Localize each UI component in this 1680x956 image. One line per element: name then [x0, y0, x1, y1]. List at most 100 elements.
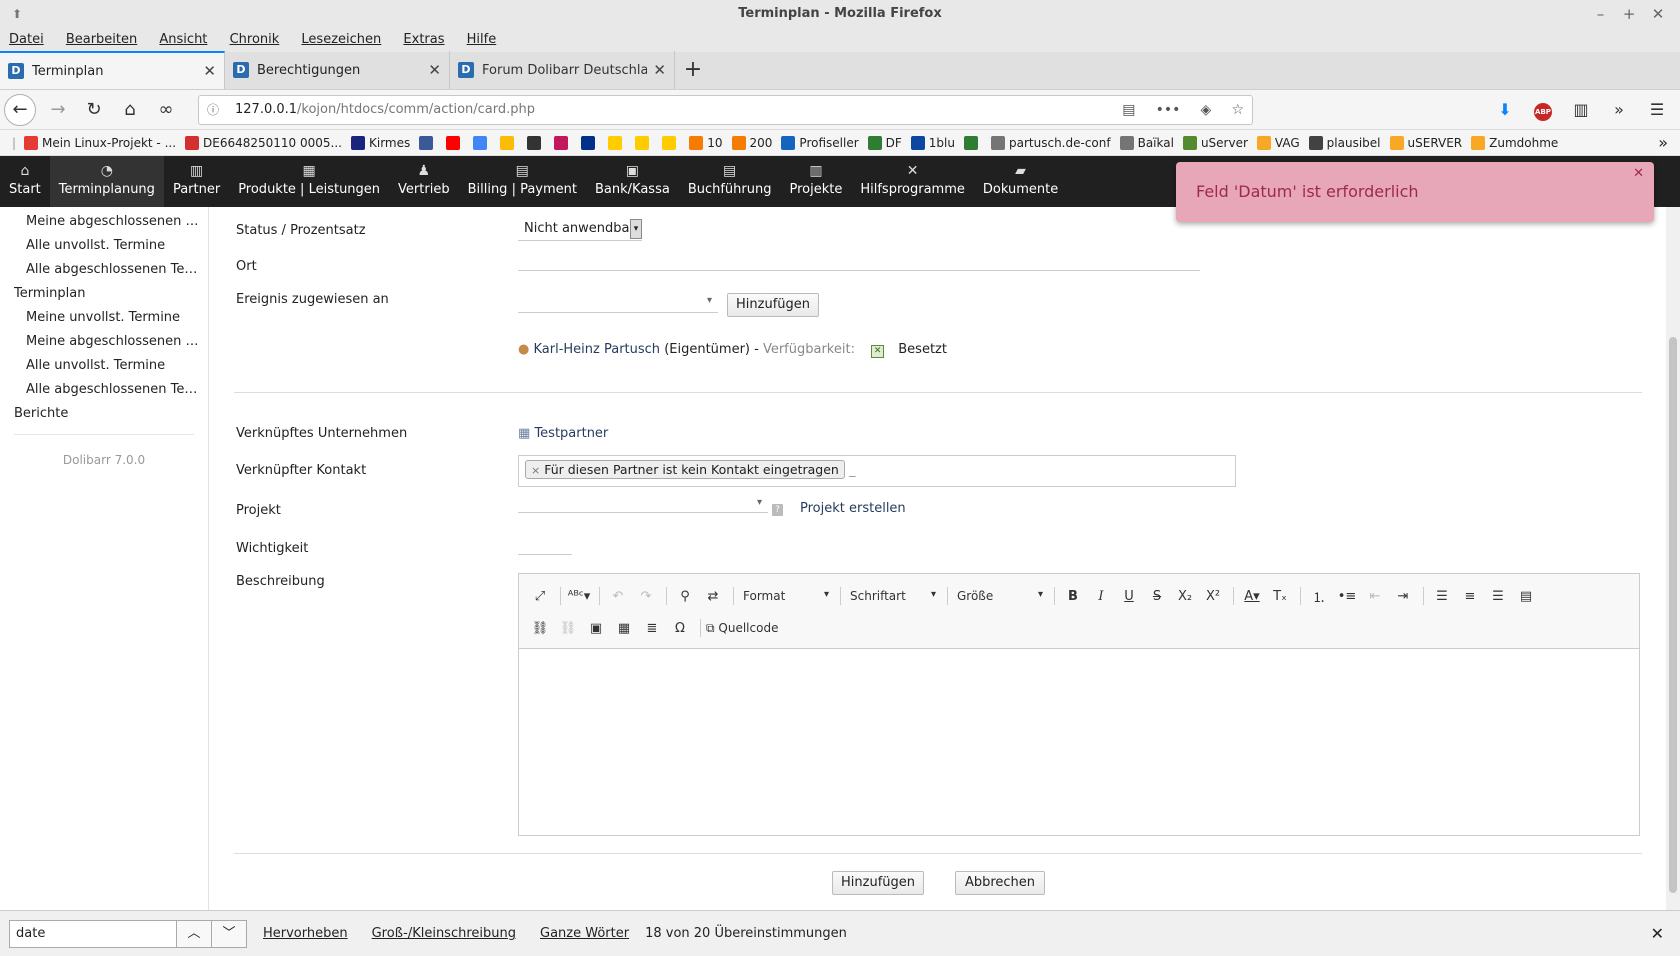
menu-extras[interactable]: Extras [403, 32, 444, 47]
sidebar-item[interactable]: Meine abgeschlossenen T... [0, 330, 200, 354]
info-icon[interactable]: ⓘ [207, 101, 225, 118]
menu-bearbeiten[interactable]: Bearbeiten [66, 32, 137, 47]
special-char-icon[interactable]: Ω [667, 621, 693, 636]
bookmark-star-icon[interactable]: ☆ [1231, 102, 1244, 118]
align-center-icon[interactable]: ≡ [1457, 589, 1483, 604]
url-bar[interactable]: ⓘ 127.0.0.1 /kojon/htdocs/comm/action/ca… [198, 94, 1253, 125]
replace-icon[interactable]: ⇄ [700, 589, 726, 604]
menu-hilfe[interactable]: Hilfe [467, 32, 497, 47]
bookmark-item[interactable] [473, 135, 491, 150]
editor-content-area[interactable] [519, 649, 1639, 834]
maximize-icon[interactable]: ⤢ [527, 589, 553, 604]
app-menu-item[interactable]: ◔ Terminplanung [49, 156, 164, 207]
bookmark-item[interactable]: VAG [1256, 135, 1300, 150]
app-menu-item[interactable]: ▦ Produkte | Leistungen [229, 156, 389, 207]
new-tab-plus-icon[interactable]: + [675, 51, 711, 89]
close-icon[interactable]: ✕ [1646, 0, 1670, 28]
spellcheck-icon[interactable]: ᴬᴮᶜ▾ [566, 589, 592, 604]
tag-remove-icon[interactable]: × [531, 464, 540, 477]
text-color-icon[interactable]: A▾ [1239, 589, 1265, 604]
bookmark-item[interactable]: Zumdohme [1471, 135, 1558, 150]
bookmark-item[interactable]: uServer [1182, 135, 1248, 150]
bookmark-item[interactable]: DF [867, 135, 902, 150]
ort-input[interactable] [518, 247, 1200, 271]
bookmark-item[interactable]: Mein Linux-Projekt - ... [24, 135, 176, 150]
highlight-toggle[interactable]: Hervorheben [263, 926, 348, 941]
submit-button[interactable]: Hinzufügen [832, 871, 924, 895]
strikethrough-icon[interactable]: S [1144, 589, 1170, 604]
tab-close-icon[interactable]: ✕ [203, 62, 216, 80]
sidebar-item[interactable]: Alle unvollst. Termine [0, 354, 200, 378]
italic-icon[interactable]: I [1088, 589, 1114, 604]
help-icon[interactable]: ? [772, 504, 783, 516]
sidebar-item[interactable]: Berichte [0, 402, 200, 426]
app-menu-item[interactable]: ▰ Dokumente [974, 156, 1067, 207]
bookmark-item[interactable] [581, 135, 599, 150]
app-menu-item[interactable]: ⌂ Start [0, 156, 50, 207]
bookmark-item[interactable] [527, 135, 545, 150]
outdent-icon[interactable]: ⇤ [1362, 589, 1388, 604]
download-icon[interactable]: ⬇ [1486, 100, 1524, 119]
toast-close-icon[interactable]: ✕ [1633, 144, 1644, 204]
align-right-icon[interactable]: ☰ [1485, 589, 1511, 604]
bookmark-item[interactable]: Kirmes [350, 135, 410, 150]
horizontal-rule-icon[interactable]: ≣ [639, 621, 665, 636]
tab-forum[interactable]: D Forum Dolibarr Deutschland ✕ [450, 51, 675, 89]
availability-checkbox-icon[interactable]: ✕ [871, 345, 885, 358]
pocket-icon[interactable]: ◈ [1201, 102, 1212, 118]
reload-icon[interactable]: ↻ [76, 94, 112, 126]
underline-icon[interactable]: U [1116, 589, 1142, 604]
sidebar-item[interactable]: Alle abgeschlossenen Ter... [0, 378, 200, 402]
bookmark-item[interactable]: 10 [689, 135, 723, 150]
app-menu-item[interactable]: ▣ Bank/Kassa [586, 156, 679, 207]
bookmark-item[interactable] [419, 135, 437, 150]
unlink-icon[interactable]: ⛓ [555, 621, 581, 636]
assign-add-button[interactable]: Hinzufügen [727, 293, 819, 317]
forward-arrow-icon[interactable]: → [40, 94, 76, 126]
app-menu-item[interactable]: ▤ Billing | Payment [459, 156, 586, 207]
private-mask-icon[interactable]: ∞ [148, 94, 184, 126]
close-icon[interactable]: ✕ [1651, 924, 1664, 943]
bookmark-item[interactable] [662, 135, 680, 150]
font-dropdown[interactable]: Schriftart [846, 589, 942, 603]
project-select[interactable]: ▾ [518, 489, 768, 513]
whole-words-toggle[interactable]: Ganze Wörter [540, 926, 629, 941]
project-create-link[interactable]: Projekt erstellen [800, 501, 906, 516]
pin-icon[interactable]: ⬆ [12, 0, 22, 28]
source-button[interactable]: ⧉ Quellcode [706, 621, 778, 636]
status-dropdown-icon[interactable]: ▾ [630, 219, 642, 239]
align-left-icon[interactable]: ☰ [1429, 589, 1455, 604]
app-menu-item[interactable]: ▤ Buchführung [679, 156, 781, 207]
remove-format-icon[interactable]: Tₓ [1267, 589, 1293, 604]
menu-lesezeichen[interactable]: Lesezeichen [301, 32, 381, 47]
find-previous-chevron-up-icon[interactable]: ︿ [177, 919, 212, 948]
bookmark-item[interactable] [635, 135, 653, 150]
app-menu-item[interactable]: ♟ Vertrieb [389, 156, 459, 207]
link-icon[interactable]: ⛓ [527, 621, 553, 636]
contact-select[interactable]: × Für diesen Partner ist kein Kontakt ei… [518, 455, 1236, 487]
bookmark-item[interactable]: plausibel [1308, 135, 1381, 150]
scrollbar-thumb[interactable] [1669, 337, 1677, 893]
sidebar-item[interactable]: Alle unvollst. Termine [0, 234, 200, 258]
bookmark-item[interactable]: partusch.de-conf [991, 135, 1111, 150]
subscript-icon[interactable]: X₂ [1172, 589, 1198, 604]
case-toggle[interactable]: Groß-/Kleinschreibung [372, 926, 516, 941]
sidebar-toggle-icon[interactable]: ▥ [1562, 100, 1600, 119]
tab-close-icon[interactable]: ✕ [653, 61, 666, 79]
assigned-select[interactable]: ▾ [518, 289, 718, 313]
tab-terminplan[interactable]: D Terminplan ✕ [0, 51, 225, 89]
sidebar-item[interactable]: Meine abgeschlossenen T... [0, 210, 200, 234]
maximize-icon[interactable]: + [1617, 0, 1641, 28]
app-menu-item[interactable]: ▥ Projekte [781, 156, 852, 207]
hamburger-menu-icon[interactable]: ☰ [1638, 100, 1676, 119]
more-actions-icon[interactable]: ••• [1156, 102, 1181, 118]
bookmark-item[interactable]: 200 [731, 135, 772, 150]
status-select[interactable]: Nicht anwendbar ▾ [518, 217, 642, 241]
bookmark-item[interactable]: Baïkal [1119, 135, 1174, 150]
bold-icon[interactable]: B [1060, 589, 1086, 604]
app-menu-item[interactable]: ✕ Hilfsprogramme [851, 156, 974, 207]
tab-close-icon[interactable]: ✕ [428, 61, 441, 79]
undo-icon[interactable]: ↶ [605, 589, 631, 604]
minimize-icon[interactable]: – [1588, 0, 1612, 28]
bookmark-item[interactable]: DE6648250110 0005... [185, 135, 342, 150]
